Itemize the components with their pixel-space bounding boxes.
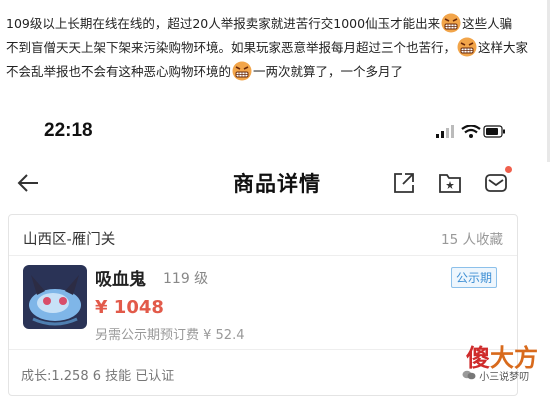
page-title: 商品详情: [233, 172, 321, 196]
status-bar: 22:18: [0, 108, 554, 154]
angry-emoji-icon: [456, 37, 478, 57]
watermark: 傻大方 小三说梦叨: [452, 338, 552, 386]
scrollbar: [547, 0, 550, 162]
signal-icon: [436, 125, 454, 138]
post-text: 109级以上长期在线在线的，超过20人举报卖家就进苦行交1000仙玉才能出来 这…: [6, 12, 550, 84]
reservation-fee: 另需公示期预订费 ¥ 52.4: [95, 328, 245, 343]
angry-emoji-icon: [231, 61, 253, 81]
status-time: 22:18: [44, 120, 93, 141]
watermark-caption: 小三说梦叨: [462, 368, 529, 383]
post-line2-b: 这样大家: [478, 40, 529, 55]
item-attributes: 成长:1.258 6 技能 已认证: [21, 369, 175, 384]
angry-emoji-icon: [440, 13, 462, 33]
item-level: 119 级: [163, 271, 209, 287]
item-price: ¥ 1048: [95, 297, 164, 318]
item-card[interactable]: 山西区-雁门关 15 人收藏 吸血鬼 119 级 公示期 ¥ 1048 另需公示…: [8, 214, 518, 396]
post-line2-a: 不到盲僧天天上架下架来污染购物环境。如果玩家恶意举报每月超过三个也苦行，: [6, 40, 457, 55]
status-badge: 公示期: [450, 267, 497, 288]
item-thumbnail[interactable]: [23, 265, 87, 329]
nav-bar: 商品详情: [0, 160, 554, 210]
notification-dot: [505, 166, 512, 173]
favorite-folder-icon[interactable]: [438, 172, 462, 198]
item-name: 吸血鬼: [95, 270, 146, 290]
message-icon[interactable]: [484, 172, 508, 198]
divider: [9, 349, 517, 350]
share-icon[interactable]: [393, 172, 415, 198]
wechat-icon: [462, 370, 476, 380]
status-icons: [436, 124, 506, 143]
post-line3-a: 不会乱举报也不会有这种恶心购物环境的: [6, 64, 232, 79]
divider: [9, 255, 517, 256]
collect-count: 15 人收藏: [441, 232, 503, 248]
post-line3-b: 一两次就算了，一个多月了: [253, 64, 404, 79]
region-label: 山西区-雁门关: [23, 232, 116, 248]
post-line1-a: 109级以上长期在线在线的，超过20人举报卖家就进苦行交1000仙玉才能出来: [6, 16, 441, 31]
battery-icon: [483, 125, 505, 138]
wifi-icon: [461, 124, 481, 138]
post-line1-b: 这些人骗: [462, 16, 513, 31]
